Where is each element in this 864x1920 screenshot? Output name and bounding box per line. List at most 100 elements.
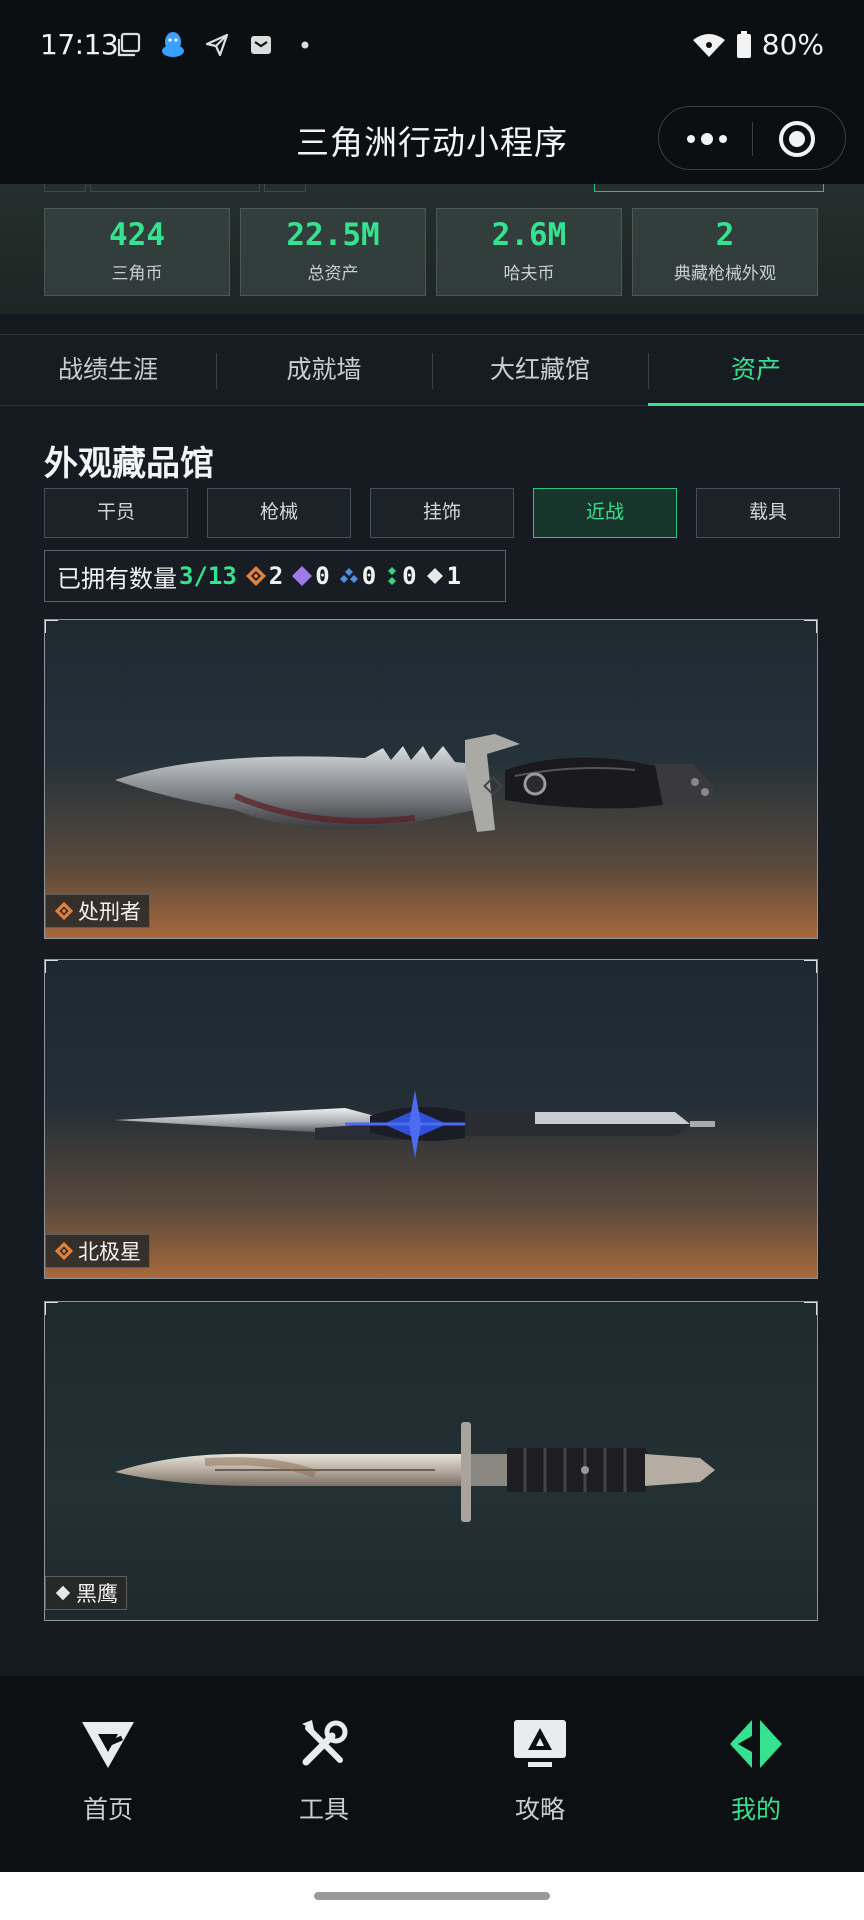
tab-red-collection[interactable]: 大红藏馆	[432, 335, 648, 405]
blue-diamond-icon	[339, 568, 358, 583]
capsule-menu	[658, 106, 846, 170]
melee-item-card[interactable]: 北极星	[44, 959, 818, 1279]
bottom-tab-tools[interactable]: 工具	[216, 1676, 432, 1872]
status-bar: 17:13 80%	[0, 0, 864, 92]
knife-image	[115, 1090, 715, 1158]
rarity-count-white: 1	[425, 562, 461, 590]
rarity-count-value: 1	[446, 562, 462, 590]
tools-icon	[302, 1720, 348, 1766]
knife-image	[115, 1422, 715, 1522]
melee-item-card[interactable]: 处刑者	[44, 619, 818, 939]
corner-mark	[804, 1302, 817, 1315]
stat-card-total-assets: 22.5M 总资产	[240, 208, 426, 296]
header-fragment	[264, 184, 306, 192]
close-program-button[interactable]	[779, 121, 815, 157]
notification-icons	[116, 32, 318, 58]
header-fragment	[44, 184, 86, 192]
corner-mark	[45, 1302, 58, 1315]
dot-icon	[292, 32, 318, 58]
stat-card-triangle-coin: 424 三角币	[44, 208, 230, 296]
capsule-divider	[752, 122, 753, 156]
rarity-count-value: 0	[402, 562, 417, 590]
tab-career[interactable]: 战绩生涯	[0, 335, 216, 405]
assets-panel: 外观藏品馆 干员 枪械 挂饰 近战 载具 已拥有数量 3/13 2 0 0 0 …	[0, 406, 864, 1676]
stat-label: 典藏枪械外观	[674, 264, 776, 284]
corner-mark	[804, 620, 817, 633]
orange-diamond-icon	[245, 566, 266, 586]
tab-label: 首页	[82, 1795, 133, 1824]
white-diamond-icon	[55, 1585, 71, 1601]
profile-logo-icon	[730, 1720, 782, 1768]
tab-label: 工具	[298, 1795, 349, 1824]
bottom-tab-mine[interactable]: 我的	[648, 1676, 864, 1872]
item-name-tag: 处刑者	[45, 894, 150, 928]
corner-mark	[45, 960, 58, 973]
rarity-count-green: 0	[384, 562, 417, 590]
owned-label: 已拥有数量	[57, 564, 177, 593]
item-name-tag: 北极星	[45, 1234, 150, 1268]
category-filters: 干员 枪械 挂饰 近战 载具	[44, 488, 840, 538]
battery-level: 80%	[761, 28, 824, 61]
corner-mark	[804, 960, 817, 973]
mini-program-nav-bar: 三角洲行动小程序	[0, 92, 864, 184]
wifi-icon	[692, 33, 725, 57]
rarity-count-value: 0	[361, 562, 377, 590]
stat-card-collector-skins: 2 典藏枪械外观	[632, 208, 818, 296]
profile-tabs: 战绩生涯 成就墙 大红藏馆 资产	[0, 334, 864, 406]
header-fragment	[594, 184, 824, 192]
rarity-count-blue: 0	[338, 562, 376, 590]
bottom-tab-home[interactable]: 首页	[0, 1676, 216, 1872]
stat-value: 424	[109, 217, 165, 253]
gesture-bar	[0, 1872, 864, 1920]
home-indicator[interactable]	[314, 1892, 550, 1900]
orange-diamond-icon	[54, 901, 74, 921]
item-name: 北极星	[78, 1240, 141, 1264]
status-time: 17:13	[40, 28, 119, 61]
filter-firearms[interactable]: 枪械	[207, 488, 351, 538]
rarity-count-orange: 2	[245, 562, 283, 590]
orange-diamond-icon	[54, 1241, 74, 1261]
tab-achievements[interactable]: 成就墙	[216, 335, 432, 405]
stat-card-havoc-coin: 2.6M 哈夫币	[436, 208, 622, 296]
stat-value: 2	[715, 217, 735, 253]
green-diamond-icon	[388, 567, 397, 585]
send-icon	[204, 32, 230, 58]
item-name: 黑鹰	[76, 1582, 118, 1606]
battery-icon	[736, 30, 751, 58]
tab-assets[interactable]: 资产	[648, 335, 864, 406]
bottom-tab-bar: 首页 工具 攻略 我的	[0, 1676, 864, 1872]
purple-diamond-icon	[292, 566, 313, 586]
delta-home-icon	[82, 1722, 134, 1768]
filter-charms[interactable]: 挂饰	[370, 488, 514, 538]
owned-count: 3/13	[179, 562, 237, 590]
bottom-tab-guides[interactable]: 攻略	[432, 1676, 648, 1872]
stat-label: 哈夫币	[503, 264, 555, 284]
filter-operators[interactable]: 干员	[44, 488, 188, 538]
profile-stats-header: 424 三角币 22.5M 总资产 2.6M 哈夫币 2 典藏枪械外观	[0, 184, 864, 314]
tab-label: 攻略	[514, 1795, 565, 1824]
stat-label: 三角币	[111, 264, 163, 284]
rarity-count-purple: 0	[291, 562, 330, 590]
section-title: 外观藏品馆	[44, 444, 214, 484]
mail-icon	[248, 32, 274, 58]
owned-count-bar: 已拥有数量 3/13 2 0 0 0 1	[44, 550, 506, 602]
item-name: 处刑者	[78, 900, 141, 924]
filter-melee[interactable]: 近战	[533, 488, 677, 538]
knife-image	[115, 734, 715, 832]
melee-item-card[interactable]: 黑鹰	[44, 1301, 818, 1621]
filter-vehicles[interactable]: 载具	[696, 488, 840, 538]
stats-row: 424 三角币 22.5M 总资产 2.6M 哈夫币 2 典藏枪械外观	[44, 208, 818, 296]
guide-monitor-icon	[514, 1720, 566, 1767]
stat-label: 总资产	[307, 264, 359, 284]
tab-label: 我的	[730, 1795, 781, 1824]
rarity-count-value: 2	[268, 562, 284, 590]
stat-value: 2.6M	[491, 217, 567, 253]
rarity-count-value: 0	[315, 562, 330, 590]
copy-icon	[116, 32, 142, 58]
stat-value: 22.5M	[286, 217, 380, 253]
white-diamond-icon	[426, 568, 443, 584]
header-fragment	[90, 184, 260, 192]
qq-penguin-icon	[160, 32, 186, 58]
corner-mark	[45, 620, 58, 633]
more-options-button[interactable]	[677, 119, 737, 159]
